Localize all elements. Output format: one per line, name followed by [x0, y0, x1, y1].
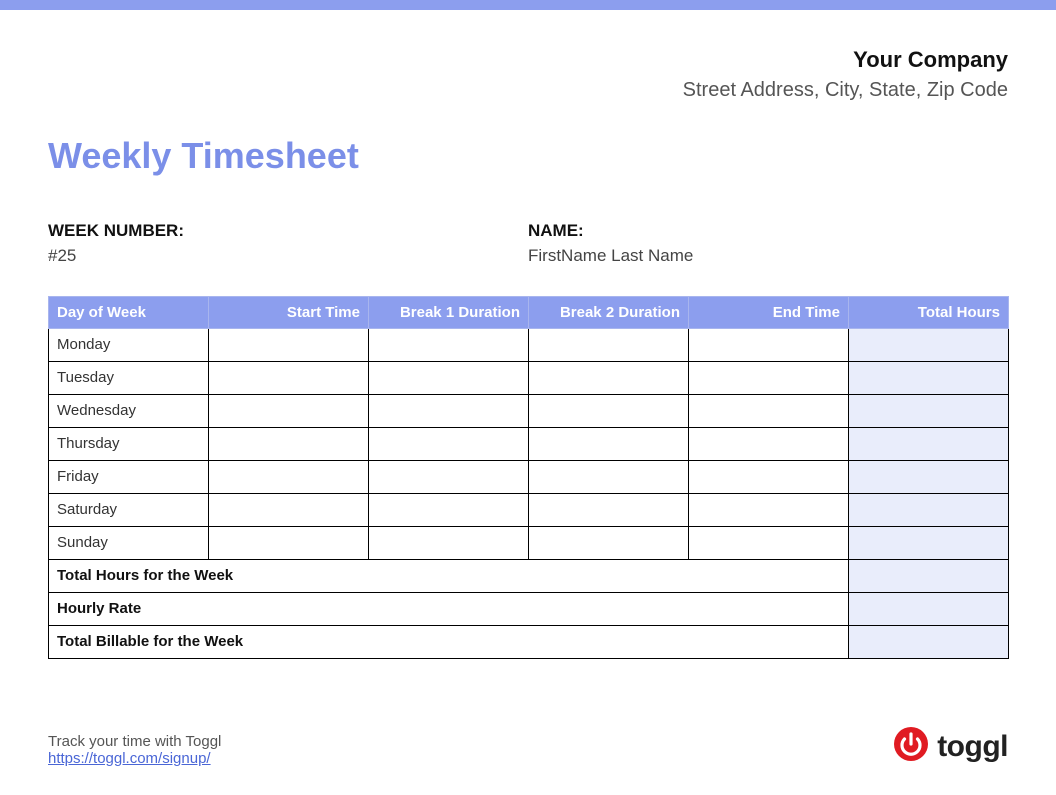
cell-end[interactable]	[689, 328, 849, 361]
logo-text: toggl	[937, 730, 1008, 764]
cell-day: Wednesday	[49, 394, 209, 427]
cell-break2[interactable]	[529, 427, 689, 460]
cell-start[interactable]	[209, 526, 369, 559]
cell-total[interactable]	[849, 493, 1009, 526]
table-header-row: Day of Week Start Time Break 1 Duration …	[49, 296, 1009, 328]
summary-hourly-rate-row: Hourly Rate	[49, 592, 1009, 625]
cell-day: Saturday	[49, 493, 209, 526]
cell-total[interactable]	[849, 427, 1009, 460]
cell-total[interactable]	[849, 394, 1009, 427]
summary-hourly-rate-value[interactable]	[849, 592, 1009, 625]
cell-break2[interactable]	[529, 526, 689, 559]
week-number-label: WEEK NUMBER:	[48, 221, 528, 241]
summary-hourly-rate-label: Hourly Rate	[49, 592, 849, 625]
cell-break1[interactable]	[369, 493, 529, 526]
toggl-logo: toggl	[893, 726, 1008, 767]
table-row: Sunday	[49, 526, 1009, 559]
summary-billable-value[interactable]	[849, 625, 1009, 658]
top-accent-bar	[0, 0, 1056, 10]
page-title: Weekly Timesheet	[48, 135, 1008, 177]
cell-break2[interactable]	[529, 361, 689, 394]
table-row: Monday	[49, 328, 1009, 361]
th-total: Total Hours	[849, 296, 1009, 328]
cell-end[interactable]	[689, 526, 849, 559]
summary-billable-row: Total Billable for the Week	[49, 625, 1009, 658]
summary-billable-label: Total Billable for the Week	[49, 625, 849, 658]
cell-break1[interactable]	[369, 460, 529, 493]
footer: Track your time with Toggl https://toggl…	[48, 726, 1008, 767]
summary-total-hours-label: Total Hours for the Week	[49, 559, 849, 592]
cell-start[interactable]	[209, 394, 369, 427]
cell-break1[interactable]	[369, 361, 529, 394]
summary-total-hours-value[interactable]	[849, 559, 1009, 592]
cell-start[interactable]	[209, 361, 369, 394]
cell-break2[interactable]	[529, 493, 689, 526]
th-break1: Break 1 Duration	[369, 296, 529, 328]
cell-end[interactable]	[689, 460, 849, 493]
cell-break2[interactable]	[529, 394, 689, 427]
cell-end[interactable]	[689, 493, 849, 526]
cell-day: Monday	[49, 328, 209, 361]
cell-start[interactable]	[209, 460, 369, 493]
cell-total[interactable]	[849, 361, 1009, 394]
cell-end[interactable]	[689, 361, 849, 394]
cell-start[interactable]	[209, 493, 369, 526]
footer-left: Track your time with Toggl https://toggl…	[48, 733, 221, 767]
cell-end[interactable]	[689, 394, 849, 427]
cell-total[interactable]	[849, 328, 1009, 361]
timesheet-table: Day of Week Start Time Break 1 Duration …	[48, 296, 1009, 659]
table-row: Wednesday	[49, 394, 1009, 427]
cell-break1[interactable]	[369, 427, 529, 460]
table-row: Thursday	[49, 427, 1009, 460]
footer-tagline: Track your time with Toggl	[48, 733, 221, 750]
cell-break1[interactable]	[369, 526, 529, 559]
th-day: Day of Week	[49, 296, 209, 328]
cell-day: Sunday	[49, 526, 209, 559]
th-end: End Time	[689, 296, 849, 328]
summary-total-hours-row: Total Hours for the Week	[49, 559, 1009, 592]
th-break2: Break 2 Duration	[529, 296, 689, 328]
cell-start[interactable]	[209, 427, 369, 460]
company-name: Your Company	[48, 46, 1008, 75]
table-row: Saturday	[49, 493, 1009, 526]
cell-break2[interactable]	[529, 328, 689, 361]
name-label: NAME:	[528, 221, 1008, 241]
cell-break1[interactable]	[369, 328, 529, 361]
meta-row: WEEK NUMBER: #25 NAME: FirstName Last Na…	[48, 221, 1008, 266]
table-row: Friday	[49, 460, 1009, 493]
page-content: Your Company Street Address, City, State…	[0, 10, 1056, 659]
cell-total[interactable]	[849, 526, 1009, 559]
name-value: FirstName Last Name	[528, 246, 1008, 266]
company-address: Street Address, City, State, Zip Code	[48, 77, 1008, 103]
signup-link[interactable]: https://toggl.com/signup/	[48, 750, 211, 767]
cell-start[interactable]	[209, 328, 369, 361]
cell-day: Tuesday	[49, 361, 209, 394]
cell-break2[interactable]	[529, 460, 689, 493]
cell-total[interactable]	[849, 460, 1009, 493]
meta-name: NAME: FirstName Last Name	[528, 221, 1008, 266]
power-icon	[893, 726, 929, 767]
table-row: Tuesday	[49, 361, 1009, 394]
cell-day: Friday	[49, 460, 209, 493]
cell-end[interactable]	[689, 427, 849, 460]
th-start: Start Time	[209, 296, 369, 328]
cell-break1[interactable]	[369, 394, 529, 427]
cell-day: Thursday	[49, 427, 209, 460]
week-number-value: #25	[48, 246, 528, 266]
company-block: Your Company Street Address, City, State…	[48, 46, 1008, 103]
meta-week: WEEK NUMBER: #25	[48, 221, 528, 266]
